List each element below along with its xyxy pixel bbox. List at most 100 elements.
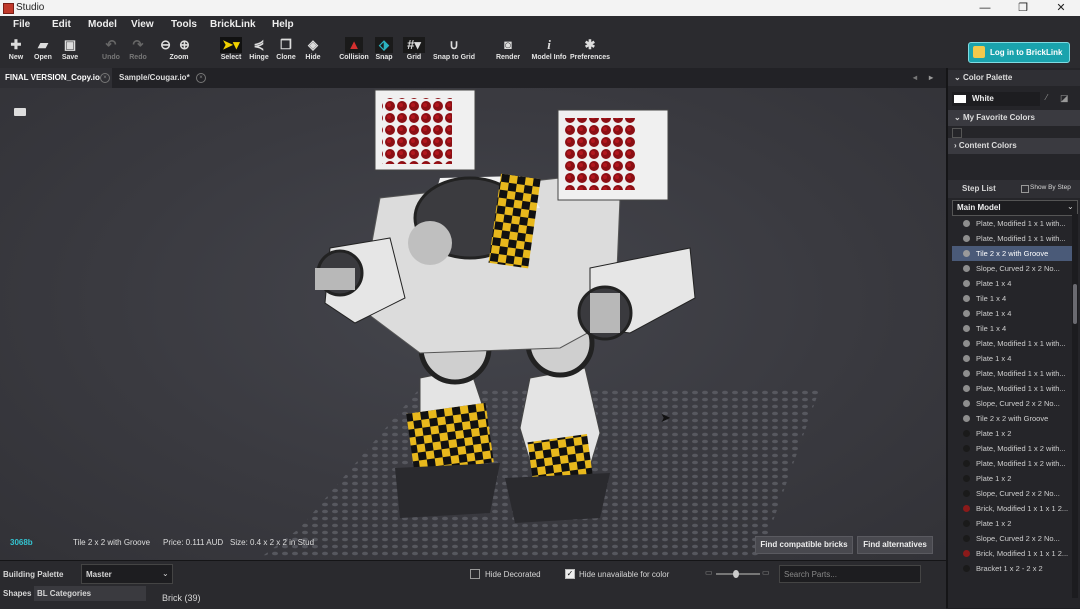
zoom-slider[interactable] (716, 570, 760, 578)
step-list-item[interactable]: Tile 2 x 2 with Groove (952, 411, 1072, 426)
clone-button[interactable]: ❐ Clone (275, 37, 297, 67)
step-list-item[interactable]: Slope, Curved 2 x 2 No... (952, 261, 1072, 276)
color-palette-header[interactable]: ⌄ Color Palette (948, 70, 1080, 86)
hinge-icon: ⋞ (253, 37, 265, 52)
step-list-item[interactable]: Plate 1 x 2 (952, 516, 1072, 531)
undo-button[interactable]: ↶ Undo (100, 37, 122, 67)
menu-tools[interactable]: Tools (171, 19, 197, 30)
redo-icon: ↷ (132, 37, 144, 52)
snap-button[interactable]: ⬗ Snap (373, 37, 395, 67)
content-colors-header[interactable]: › Content Colors (948, 138, 1080, 154)
menu-help[interactable]: Help (272, 19, 294, 30)
current-color-field[interactable]: White (952, 92, 1040, 106)
step-item-label: Brick, Modified 1 x 1 x 1 2... (976, 549, 1069, 558)
scrollbar-thumb[interactable] (1073, 284, 1077, 324)
menu-model[interactable]: Model (88, 19, 117, 30)
my-favorite-colors-header[interactable]: ⌄ My Favorite Colors (948, 110, 1080, 126)
tab-scroll-left-icon[interactable]: ◂ (908, 68, 922, 88)
step-list-item[interactable]: Plate 1 x 4 (952, 306, 1072, 321)
color-dot-icon (963, 235, 970, 242)
zoom-out-icon: ▭ (705, 568, 713, 577)
step-list-scrollbar[interactable] (1072, 214, 1078, 598)
save-button[interactable]: ▣ Save (59, 37, 81, 67)
tab-scroll-right-icon[interactable]: ▸ (924, 68, 938, 88)
step-list-item[interactable]: Slope, Curved 2 x 2 No... (952, 396, 1072, 411)
hide-button[interactable]: ◈ Hide (303, 37, 323, 67)
step-list-item[interactable]: Plate, Modified 1 x 1 with... (952, 336, 1072, 351)
tab-sample-cougar[interactable]: Sample/Cougar.io* (114, 68, 204, 88)
new-button[interactable]: ✚ New (6, 37, 26, 67)
select-button[interactable]: ➤▾ Select (218, 37, 244, 67)
render-button[interactable]: ◙ Render (495, 37, 521, 67)
tab-final-version[interactable]: FINAL VERSION_Copy.io (0, 68, 112, 88)
maximize-button[interactable]: ❐ (1004, 0, 1042, 16)
part-name: Tile 2 x 2 with Groove (73, 538, 151, 547)
preferences-button[interactable]: ✱ Preferences (569, 37, 611, 67)
close-tab-icon[interactable]: × (196, 73, 206, 83)
new-file-icon: ✚ (10, 37, 22, 52)
search-parts-input[interactable]: Search Parts... (779, 565, 921, 583)
tab-shapes[interactable]: Shapes (3, 589, 31, 598)
show-by-step-checkbox[interactable] (1021, 185, 1029, 193)
mouse-cursor-icon: ➤ (660, 410, 671, 425)
menu-file[interactable]: File (13, 19, 30, 30)
toolbar: ✚ New ▰ Open ▣ Save ↶ Undo ↷ Redo ⊖⊕ Zoom ➤▾ Se… (0, 34, 1080, 69)
part-id[interactable]: 3068b (10, 538, 33, 547)
redo-button[interactable]: ↷ Redo (127, 37, 149, 67)
step-list-item[interactable]: Slope, Curved 2 x 2 No... (952, 531, 1072, 546)
step-list-item[interactable]: Brick, Modified 1 x 1 x 1 2... (952, 546, 1072, 561)
menu-bricklink[interactable]: BrickLink (210, 19, 256, 30)
menu-edit[interactable]: Edit (52, 19, 71, 30)
menu-view[interactable]: View (131, 19, 154, 30)
color-dot-icon (963, 520, 970, 527)
step-list-item[interactable]: Plate, Modified 1 x 1 with... (952, 366, 1072, 381)
step-list-item[interactable]: Plate, Modified 1 x 1 with... (952, 381, 1072, 396)
step-list-item[interactable]: Plate 1 x 2 (952, 426, 1072, 441)
hide-unavailable-checkbox[interactable]: ✓ (565, 569, 575, 579)
color-dot-icon (963, 250, 970, 257)
color-dot-icon (963, 565, 970, 572)
grid-button[interactable]: #▾ Grid (402, 37, 426, 67)
step-item-label: Slope, Curved 2 x 2 No... (976, 399, 1060, 408)
hinge-button[interactable]: ⋞ Hinge (248, 37, 270, 67)
minimize-button[interactable]: — (966, 0, 1004, 16)
step-list-item[interactable]: Plate, Modified 1 x 1 with... (952, 216, 1072, 231)
color-dot-icon (963, 385, 970, 392)
step-list-item[interactable]: Plate 1 x 4 (952, 276, 1072, 291)
model-select[interactable]: Main Model ⌄ (952, 200, 1078, 216)
step-item-label: Plate, Modified 1 x 1 with... (976, 384, 1066, 393)
zoom-button[interactable]: ⊖⊕ Zoom (154, 37, 204, 67)
model-info-button[interactable]: i Model Info (530, 37, 568, 67)
paint-bucket-icon[interactable]: ◪ (1060, 93, 1069, 104)
show-by-step-label: Show By Step (1030, 184, 1071, 191)
login-bricklink-button[interactable]: Log in to BrickLink (968, 42, 1070, 63)
step-list-item[interactable]: Tile 1 x 4 (952, 291, 1072, 306)
step-list-item[interactable]: Tile 1 x 4 (952, 321, 1072, 336)
open-button[interactable]: ▰ Open (32, 37, 54, 67)
add-favorite-color-button[interactable] (952, 128, 962, 138)
step-list-item[interactable]: Plate, Modified 1 x 2 with... (952, 441, 1072, 456)
step-list-item[interactable]: Plate 1 x 2 (952, 471, 1072, 486)
step-list-item[interactable]: Tile 2 x 2 with Groove (952, 246, 1072, 261)
step-list-item[interactable]: Plate, Modified 1 x 2 with... (952, 456, 1072, 471)
collision-button[interactable]: ▲ Collision (338, 37, 370, 67)
eyedropper-icon[interactable]: ⁄ (1046, 93, 1047, 102)
bl-categories-select[interactable]: BL Categories (34, 586, 146, 601)
step-list-item[interactable]: Slope, Curved 2 x 2 No... (952, 486, 1072, 501)
chevron-down-icon: ⌄ (954, 113, 963, 122)
magnet-icon: ∪ (449, 37, 459, 52)
zoom-slider-handle[interactable] (732, 570, 739, 578)
undo-icon: ↶ (105, 37, 117, 52)
step-list-item[interactable]: Plate 1 x 4 (952, 351, 1072, 366)
3d-viewport[interactable]: ➤ (0, 88, 946, 560)
step-list-item[interactable]: Brick, Modified 1 x 1 x 1 2... (952, 501, 1072, 516)
close-window-button[interactable]: ✕ (1042, 0, 1080, 16)
snap-to-grid-button[interactable]: ∪ Snap to Grid (431, 37, 477, 67)
step-list-item[interactable]: Plate, Modified 1 x 1 with... (952, 231, 1072, 246)
palette-select[interactable]: Master ⌄ (81, 564, 173, 584)
step-list-item[interactable]: Bracket 1 x 2 - 2 x 2 (952, 561, 1072, 576)
close-tab-icon[interactable]: × (100, 73, 110, 83)
hide-decorated-checkbox[interactable] (470, 569, 480, 579)
find-compatible-bricks-button[interactable]: Find compatible bricks (755, 536, 853, 554)
find-alternatives-button[interactable]: Find alternatives (857, 536, 933, 554)
